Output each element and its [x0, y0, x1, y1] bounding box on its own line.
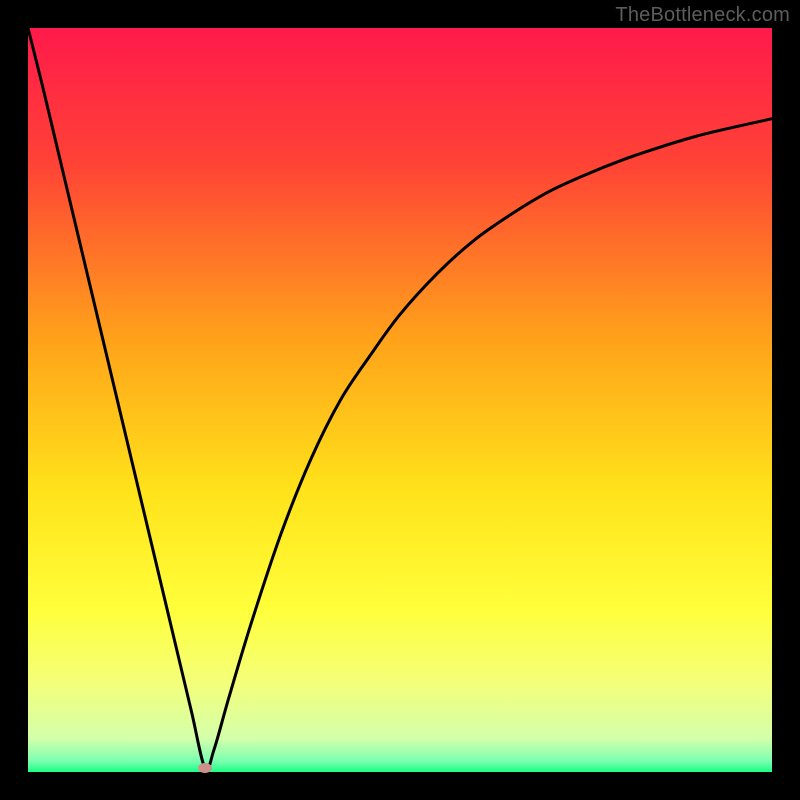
chart-frame: [28, 28, 772, 772]
watermark-text: TheBottleneck.com: [615, 4, 790, 27]
gradient-background: [28, 28, 772, 772]
bottleneck-chart: [28, 28, 772, 772]
minimum-marker: [198, 763, 212, 773]
